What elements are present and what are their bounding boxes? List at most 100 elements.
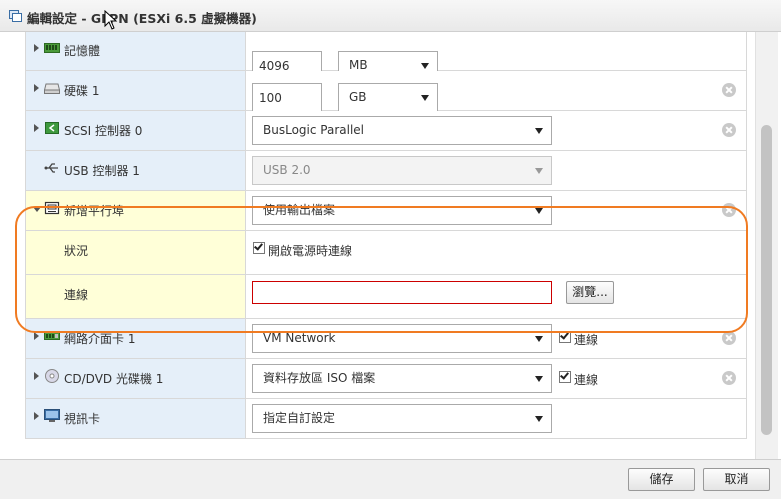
cd-dvd-source-value: 資料存放區 ISO 檔案 — [263, 371, 376, 385]
row-nic-value-cell: VM Network 連線 — [246, 319, 746, 358]
memory-icon — [44, 43, 60, 53]
parallel-port-mode-select[interactable]: 使用輸出檔案 — [252, 196, 552, 225]
row-cd-dvd-value-cell: 資料存放區 ISO 檔案 連線 — [246, 359, 746, 398]
expand-arrow-icon[interactable] — [34, 44, 39, 52]
video-settings-select[interactable]: 指定自訂設定 — [252, 404, 552, 433]
row-parallel-status-value-cell: 開啟電源時連線 — [246, 231, 746, 274]
browse-button[interactable]: 瀏覽... — [566, 281, 614, 304]
expand-arrow-icon[interactable] — [34, 84, 39, 92]
row-scsi-value-cell: BusLogic Parallel — [246, 111, 746, 150]
save-button[interactable]: 儲存 — [628, 468, 695, 491]
parallel-port-label: 新增平行埠 — [64, 204, 125, 218]
nic-label: 網路介面卡 1 — [64, 332, 136, 346]
remove-nic-icon[interactable] — [722, 331, 736, 345]
vertical-scrollbar[interactable] — [755, 32, 778, 459]
connection-label: 連線 — [64, 288, 89, 302]
row-video: 視訊卡 指定自訂設定 — [25, 399, 747, 439]
parallel-port-icon — [44, 201, 60, 215]
row-disk-label-cell[interactable]: 硬碟 1 — [26, 71, 246, 110]
disk-size-input[interactable]: 100 — [252, 83, 322, 113]
memory-unit-value: MB — [349, 58, 368, 72]
cd-connect-checkbox[interactable] — [559, 370, 571, 383]
row-parallel-port: 新增平行埠 使用輸出檔案 — [25, 191, 747, 231]
window-title: 編輯設定 - GLPN (ESXi 6.5 虛擬機器) — [27, 11, 257, 26]
row-cd-dvd: CD/DVD 光碟機 1 資料存放區 ISO 檔案 連線 — [25, 359, 747, 399]
row-parallel-connection-label-cell: 連線 — [26, 275, 246, 318]
memory-label: 記憶體 — [64, 44, 101, 58]
expand-arrow-icon[interactable] — [34, 372, 39, 380]
scsi-label: SCSI 控制器 0 — [64, 124, 143, 138]
chevron-down-icon — [535, 208, 543, 214]
parallel-port-mode-value: 使用輸出檔案 — [263, 203, 336, 217]
video-card-icon — [44, 409, 60, 422]
row-nic-label-cell[interactable]: 網路介面卡 1 — [26, 319, 246, 358]
nic-connect-checkbox[interactable] — [559, 330, 571, 343]
usb-label: USB 控制器 1 — [64, 164, 140, 178]
row-scsi-label-cell[interactable]: SCSI 控制器 0 — [26, 111, 246, 150]
row-usb-value-cell: USB 2.0 — [246, 151, 746, 190]
row-memory-label-cell[interactable]: 記憶體 — [26, 32, 246, 70]
cd-dvd-source-select[interactable]: 資料存放區 ISO 檔案 — [252, 364, 552, 393]
chevron-down-icon — [535, 128, 543, 134]
row-memory-value-cell: 4096 MB — [246, 32, 746, 81]
power-on-connect-checkbox[interactable] — [253, 241, 265, 254]
row-nic: 網路介面卡 1 VM Network 連線 — [25, 319, 747, 359]
disk-unit-value: GB — [349, 90, 367, 104]
network-select[interactable]: VM Network — [252, 324, 552, 353]
usb-icon — [44, 163, 58, 173]
row-cd-dvd-label-cell[interactable]: CD/DVD 光碟機 1 — [26, 359, 246, 398]
hard-disk-icon — [44, 83, 60, 94]
row-memory: 記憶體 4096 MB — [25, 32, 747, 81]
row-parallel-status: 狀況 開啟電源時連線 — [25, 231, 747, 275]
expand-arrow-icon[interactable] — [34, 332, 39, 340]
nic-connect-label: 連線 — [574, 333, 599, 347]
checkmark-icon — [560, 370, 569, 380]
status-label: 狀況 — [64, 244, 89, 258]
checkmark-icon — [254, 241, 263, 251]
scsi-type-value: BusLogic Parallel — [263, 123, 364, 137]
row-usb: USB 控制器 1 USB 2.0 — [25, 151, 747, 191]
hardware-list: 記憶體 4096 MB 硬碟 1 100 GB SCSI 控制器 0 BusLo… — [25, 32, 747, 439]
title-bar: 編輯設定 - GLPN (ESXi 6.5 虛擬機器) — [0, 0, 781, 32]
expand-arrow-icon[interactable] — [34, 412, 39, 420]
row-video-value-cell: 指定自訂設定 — [246, 399, 746, 438]
disk-label: 硬碟 1 — [64, 84, 100, 98]
mouse-cursor-icon — [104, 10, 118, 30]
row-video-label-cell[interactable]: 視訊卡 — [26, 399, 246, 438]
remove-cd-dvd-icon[interactable] — [722, 371, 736, 385]
row-scsi: SCSI 控制器 0 BusLogic Parallel — [25, 111, 747, 151]
row-parallel-connection: 連線 瀏覽... — [25, 275, 747, 319]
video-settings-value: 指定自訂設定 — [263, 411, 336, 425]
expand-arrow-icon[interactable] — [34, 124, 39, 132]
cancel-button[interactable]: 取消 — [703, 468, 770, 491]
output-file-input[interactable] — [252, 281, 552, 304]
cd-dvd-label: CD/DVD 光碟機 1 — [64, 372, 164, 386]
row-disk-value-cell: 100 GB — [246, 71, 746, 113]
row-parallel-connection-value-cell: 瀏覽... — [246, 275, 746, 318]
remove-disk-icon[interactable] — [722, 83, 736, 97]
row-disk: 硬碟 1 100 GB — [25, 71, 747, 113]
vm-settings-icon — [9, 10, 22, 22]
row-parallel-status-label-cell: 狀況 — [26, 231, 246, 274]
scrollbar-thumb[interactable] — [761, 125, 772, 435]
chevron-down-icon — [421, 63, 429, 69]
network-value: VM Network — [263, 331, 336, 345]
dialog-footer: 儲存 取消 — [0, 459, 781, 499]
row-parallel-port-label-cell[interactable]: 新增平行埠 — [26, 191, 246, 230]
usb-type-value: USB 2.0 — [263, 163, 311, 177]
row-parallel-port-value-cell: 使用輸出檔案 — [246, 191, 746, 230]
row-usb-label-cell: USB 控制器 1 — [26, 151, 246, 190]
chevron-down-icon — [535, 168, 543, 174]
chevron-down-icon — [535, 336, 543, 342]
video-card-label: 視訊卡 — [64, 412, 101, 426]
collapse-arrow-icon[interactable] — [33, 207, 41, 212]
scsi-type-select[interactable]: BusLogic Parallel — [252, 116, 552, 145]
settings-panel: 記憶體 4096 MB 硬碟 1 100 GB SCSI 控制器 0 BusLo… — [3, 32, 755, 459]
usb-type-select: USB 2.0 — [252, 156, 552, 185]
remove-parallel-port-icon[interactable] — [722, 203, 736, 217]
chevron-down-icon — [421, 95, 429, 101]
cd-connect-label: 連線 — [574, 373, 599, 387]
disk-unit-select[interactable]: GB — [338, 83, 438, 112]
network-adapter-icon — [44, 332, 60, 340]
remove-scsi-icon[interactable] — [722, 123, 736, 137]
